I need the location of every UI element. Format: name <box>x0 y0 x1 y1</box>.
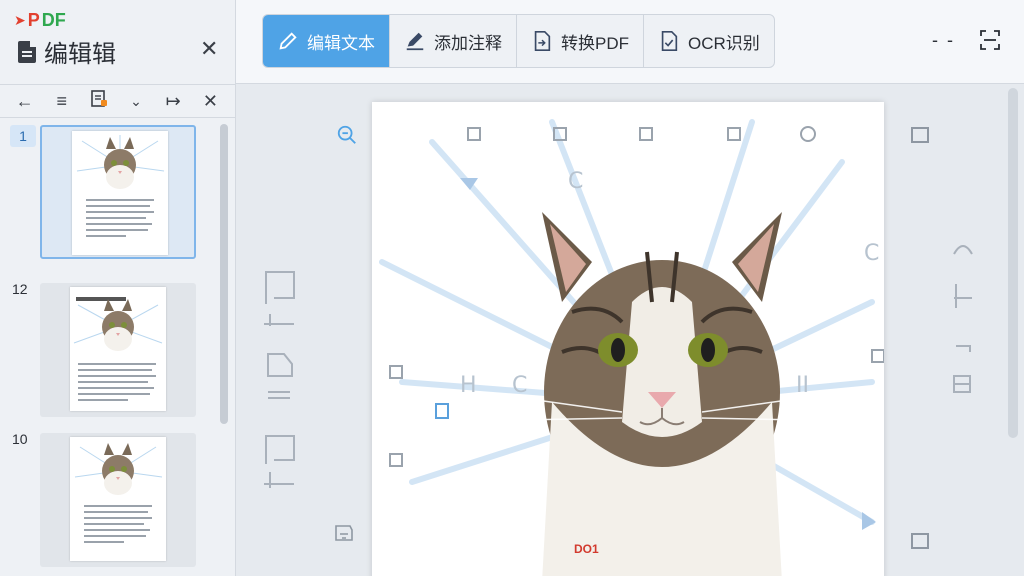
document-title-text: 编辑辑 <box>44 41 116 68</box>
thumbnail-page <box>70 437 166 561</box>
pen-icon <box>279 32 297 50</box>
back-arrow-icon[interactable]: ← <box>11 91 39 112</box>
svg-text:H: H <box>460 373 477 398</box>
more-options-button[interactable]: - - <box>932 30 955 51</box>
export-arrow-icon[interactable]: ↦ <box>159 91 187 112</box>
side-decoration-right <box>911 127 929 549</box>
side-decoration-right-2 <box>953 245 973 393</box>
zoom-out-icon[interactable] <box>336 124 358 146</box>
page-scrollbar[interactable] <box>1008 88 1018 438</box>
thumbnail-toolbar: ← ≡ ⌄ ↦ ✕ <box>0 84 235 118</box>
ocr-button[interactable]: OCR识别 <box>644 15 774 67</box>
thumbnail-cat-image <box>73 297 163 401</box>
thumbnail-list: 1 12 10 <box>0 119 218 576</box>
thumbnail-scrollbar[interactable] <box>220 124 228 424</box>
ocr-icon <box>661 31 678 51</box>
add-annotation-button[interactable]: 添加注释 <box>390 15 517 67</box>
ocr-label: OCR识别 <box>688 33 760 53</box>
thumbnail-page-number: 10 <box>12 431 28 447</box>
svg-text:C: C <box>864 241 879 266</box>
thumbnail-frame[interactable] <box>40 283 196 417</box>
edit-text-label: 编辑文本 <box>307 33 375 53</box>
document-title: 编辑辑 <box>18 34 116 69</box>
svg-text:C: C <box>512 373 527 398</box>
convert-pdf-icon <box>534 31 551 51</box>
highlight-dot <box>100 99 107 106</box>
tool-group: 编辑文本 添加注释 转换PDF OCR识别 <box>262 14 775 68</box>
document-workspace: C C C H II DO1 <box>236 84 1024 576</box>
list-menu-icon[interactable]: ≡ <box>48 91 76 112</box>
thumbnail-page <box>70 287 166 411</box>
document-page: C C C H II DO1 <box>372 102 884 576</box>
app-logo: ➤ P DF <box>14 10 66 30</box>
page-cat-illustration: C C C H II <box>379 119 884 576</box>
close-toolbar-icon[interactable]: ✕ <box>196 91 224 112</box>
chevron-down-icon[interactable]: ⌄ <box>122 93 150 110</box>
thumbnail-page-number: 12 <box>12 281 28 297</box>
svg-text:II: II <box>796 373 809 398</box>
page-footer-code: DO1 <box>574 542 599 556</box>
convert-pdf-label: 转换PDF <box>561 33 629 53</box>
thumbnail-cat-image <box>74 443 163 543</box>
add-annotation-label: 添加注释 <box>434 33 502 53</box>
document-icon <box>18 40 36 63</box>
convert-pdf-button[interactable]: 转换PDF <box>517 15 644 67</box>
thumbnail-page-number: 1 <box>10 125 36 147</box>
edit-text-button[interactable]: 编辑文本 <box>263 15 390 67</box>
thumbnail-page <box>72 131 168 255</box>
thumbnail-cat-image <box>76 135 165 237</box>
side-decoration-left <box>264 271 295 488</box>
left-panel: ➤ P DF 编辑辑 ✕ ← ≡ ⌄ ↦ ✕ 1 12 10 <box>0 0 236 576</box>
svg-text:C: C <box>568 169 583 194</box>
close-panel-button[interactable]: ✕ <box>200 36 218 62</box>
annotate-icon <box>406 32 424 51</box>
side-decoration-icon <box>335 525 353 541</box>
page-view-icon[interactable] <box>85 89 113 113</box>
logo-arrow-icon: ➤ <box>14 12 26 28</box>
main-toolbar: 编辑文本 添加注释 转换PDF OCR识别 - - <box>236 0 1024 84</box>
thumbnail-frame[interactable] <box>40 433 196 567</box>
scan-icon[interactable] <box>978 28 1002 52</box>
thumbnail-frame[interactable] <box>40 125 196 259</box>
